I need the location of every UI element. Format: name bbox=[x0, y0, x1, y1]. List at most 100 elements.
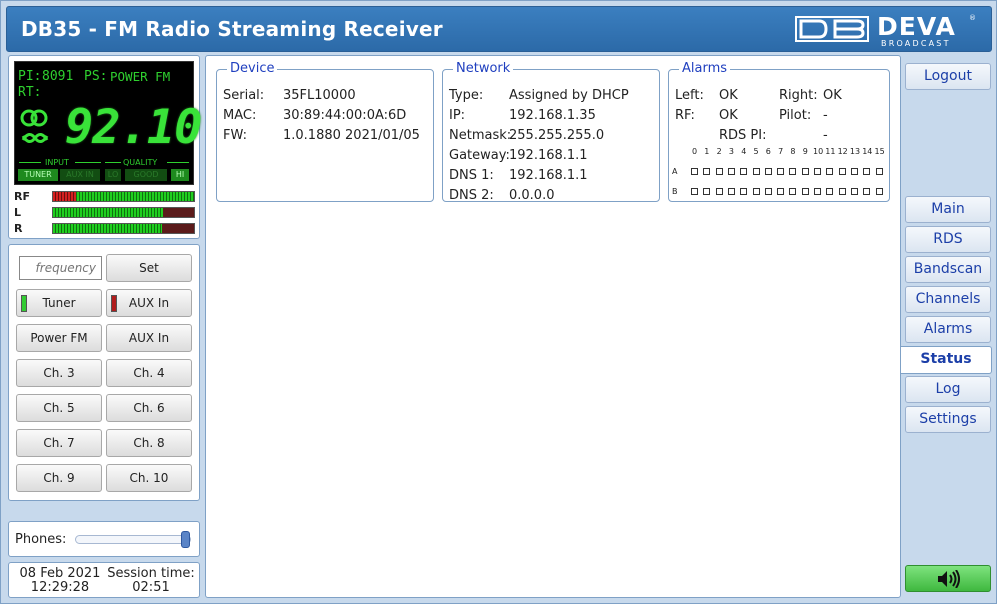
network-type-value: Assigned by DHCP bbox=[509, 88, 629, 103]
nav-status[interactable]: Status bbox=[901, 346, 992, 374]
alarms-legend: Alarms bbox=[682, 61, 728, 76]
alarm-index-0: 0 bbox=[692, 147, 698, 156]
phones-volume-slider[interactable] bbox=[75, 535, 191, 544]
alarm-index-2: 2 bbox=[716, 147, 722, 156]
lcd-input-rule-left bbox=[19, 162, 41, 163]
preset-button-5[interactable]: Ch. 5 bbox=[16, 394, 102, 422]
alarm-indicator-a-5 bbox=[752, 168, 760, 175]
dns1-label: DNS 1: bbox=[449, 168, 494, 183]
alarm-row-b-label: B bbox=[672, 187, 678, 196]
ip-label: IP: bbox=[449, 108, 466, 123]
alarm-indicator-b-14 bbox=[863, 188, 871, 195]
netmask-label: Netmask: bbox=[449, 128, 512, 143]
lcd-tuner-indicator: TUNER bbox=[18, 169, 58, 181]
app-window: DB35 - FM Radio Streaming Receiver DEVA … bbox=[0, 0, 997, 604]
alarm-indicator-b-8 bbox=[789, 188, 797, 195]
deva-logo: DEVA ® BROADCAST bbox=[795, 12, 981, 48]
nav-rds[interactable]: RDS bbox=[905, 226, 991, 253]
session-time-value: 02:51 bbox=[132, 580, 170, 595]
app-title: DB35 - FM Radio Streaming Receiver bbox=[21, 17, 443, 41]
alarms-box: Alarms Left: OK Right: OK RF: OK Pilot: … bbox=[668, 62, 890, 202]
alarm-indicator-b-13 bbox=[850, 188, 858, 195]
fw-label: FW: bbox=[223, 128, 247, 143]
alarm-indicator-b-0 bbox=[691, 188, 698, 195]
speaker-button[interactable] bbox=[905, 565, 991, 592]
dns2-value: 0.0.0.0 bbox=[509, 188, 555, 203]
lcd-quality-label: QUALITY bbox=[123, 158, 158, 167]
tuner-button-label: Tuner bbox=[42, 296, 76, 310]
alarm-indicator-b-9 bbox=[801, 188, 809, 195]
netmask-value: 255.255.255.0 bbox=[509, 128, 605, 143]
network-box: Network Type: Assigned by DHCP IP: 192.1… bbox=[442, 62, 660, 203]
alarm-indicator-b-3 bbox=[727, 188, 735, 195]
preset-button-1[interactable]: Power FM bbox=[16, 324, 102, 352]
preset-button-7[interactable]: Ch. 7 bbox=[16, 429, 102, 457]
frequency-input[interactable] bbox=[19, 256, 102, 280]
alarm-indicator-b-4 bbox=[740, 188, 748, 195]
alarm-indicator-a-4 bbox=[740, 168, 748, 175]
nav-settings[interactable]: Settings bbox=[905, 406, 991, 433]
lcd-ps-value: POWER FM bbox=[110, 69, 171, 84]
rf-meter: RF bbox=[14, 190, 196, 203]
lcd-screen: PI: 8091 PS: POWER FM RT: 92.10 INPUT QU… bbox=[14, 61, 202, 185]
preset-button-6[interactable]: Ch. 6 bbox=[106, 394, 192, 422]
alarm-indicator-a-0 bbox=[691, 168, 698, 175]
alarm-index-14: 14 bbox=[862, 147, 873, 156]
alarm-index-8: 8 bbox=[790, 147, 796, 156]
right-meter-level bbox=[53, 224, 162, 233]
left-meter-label: L bbox=[14, 206, 22, 219]
alarm-indicator-b-5 bbox=[752, 188, 760, 195]
alarm-indicator-b-10 bbox=[814, 188, 821, 195]
receiver-display-panel: PI: 8091 PS: POWER FM RT: 92.10 INPUT QU… bbox=[8, 55, 202, 239]
nav-main[interactable]: Main bbox=[905, 196, 991, 223]
alarm-indicator-b-2 bbox=[715, 188, 723, 195]
aux-in-button-label: AUX In bbox=[128, 296, 170, 310]
rf-meter-level bbox=[53, 192, 76, 201]
alarm-indicator-a-6 bbox=[764, 168, 772, 175]
rf-meter-label: RF bbox=[14, 190, 30, 203]
alarm-index-4: 4 bbox=[741, 147, 747, 156]
tuner-led-icon bbox=[21, 295, 27, 312]
aux-in-button[interactable]: AUX In bbox=[106, 289, 192, 317]
nav-log[interactable]: Log bbox=[905, 376, 991, 403]
nav-bandscan[interactable]: Bandscan bbox=[905, 256, 991, 283]
ip-value: 192.168.1.35 bbox=[509, 108, 596, 123]
right-meter-bar bbox=[52, 223, 195, 234]
current-date: 08 Feb 2021 bbox=[19, 566, 101, 581]
set-frequency-button[interactable]: Set bbox=[106, 254, 192, 282]
deva-logo-mark-icon bbox=[795, 16, 869, 42]
dns2-label: DNS 2: bbox=[449, 188, 494, 203]
phones-volume-thumb[interactable] bbox=[181, 531, 190, 548]
alarm-indicator-b-12 bbox=[838, 188, 846, 195]
alarm-indicator-a-2 bbox=[715, 168, 723, 175]
logout-button[interactable]: Logout bbox=[905, 63, 991, 90]
header-bar: DB35 - FM Radio Streaming Receiver DEVA … bbox=[6, 6, 992, 52]
logo-subtitle: BROADCAST bbox=[881, 39, 951, 48]
alarm-grid: A B 0 1 2 3 4 5 6 7 8 9 10 11 12 13 14 15 bbox=[669, 76, 891, 216]
preset-button-2[interactable]: AUX In bbox=[106, 324, 192, 352]
left-meter-bar bbox=[52, 207, 195, 218]
dns1-value: 192.168.1.1 bbox=[509, 168, 588, 183]
preset-button-10[interactable]: Ch. 10 bbox=[106, 464, 192, 492]
preset-button-9[interactable]: Ch. 9 bbox=[16, 464, 102, 492]
device-box: Device Serial: 35FL10000 MAC: 30:89:44:0… bbox=[216, 62, 434, 202]
controls-panel: Set Tuner AUX In Power FM AUX In Ch. 3 C… bbox=[8, 244, 200, 501]
lcd-quality-good: GOOD bbox=[125, 169, 167, 181]
alarm-indicator-a-13 bbox=[850, 168, 858, 175]
alarm-indicator-a-8 bbox=[789, 168, 797, 175]
left-meter: L bbox=[14, 206, 196, 219]
lcd-quality-rule-right bbox=[167, 162, 189, 163]
lcd-quality-lo: LO bbox=[105, 169, 121, 181]
nav-alarms[interactable]: Alarms bbox=[905, 316, 991, 343]
lcd-pi-value: 8091 bbox=[42, 69, 74, 84]
alarm-index-15: 15 bbox=[874, 147, 885, 156]
tuner-button[interactable]: Tuner bbox=[16, 289, 102, 317]
preset-button-3[interactable]: Ch. 3 bbox=[16, 359, 102, 387]
preset-button-4[interactable]: Ch. 4 bbox=[106, 359, 192, 387]
alarm-indicator-a-12 bbox=[838, 168, 846, 175]
left-meter-level bbox=[53, 208, 163, 217]
right-meter: R bbox=[14, 222, 196, 235]
nav-channels[interactable]: Channels bbox=[905, 286, 991, 313]
preset-button-8[interactable]: Ch. 8 bbox=[106, 429, 192, 457]
lcd-quality-rule-left bbox=[105, 162, 121, 163]
